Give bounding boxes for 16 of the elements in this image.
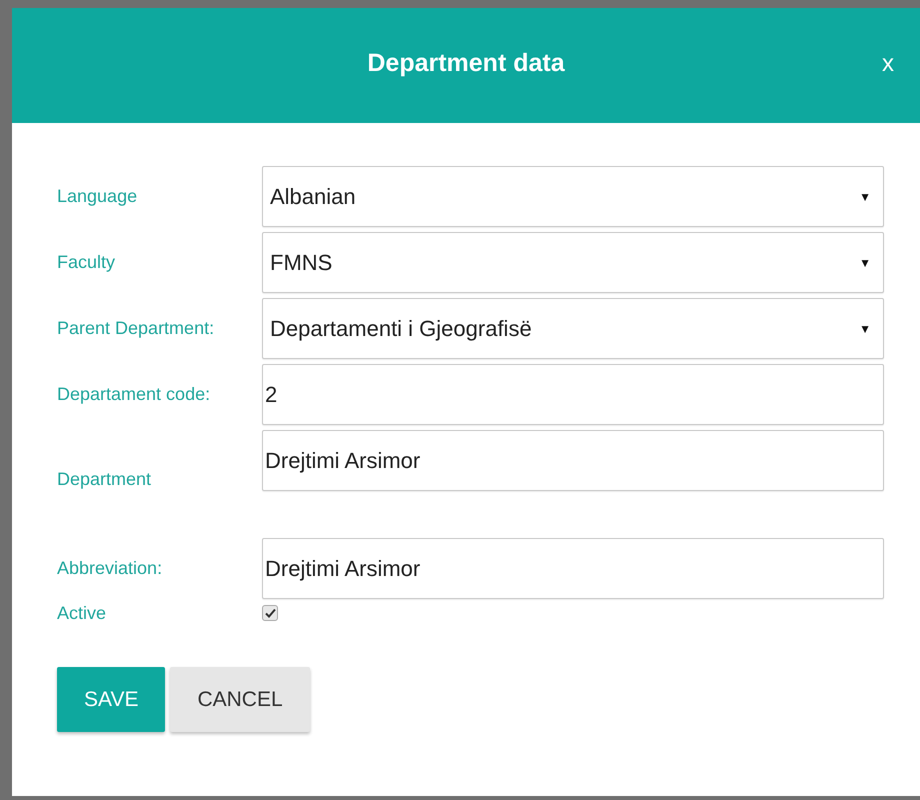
checkbox[interactable]: [262, 605, 278, 621]
select-field[interactable]: Departamenti i Gjeografisë ▼: [262, 298, 884, 359]
input-field[interactable]: 2: [262, 364, 884, 425]
cancel-button[interactable]: CANCEL: [170, 667, 310, 732]
field-label: Faculty: [57, 252, 116, 273]
field-label: Departament code:: [57, 384, 212, 405]
field-label: Parent Department:: [57, 318, 216, 339]
select-field[interactable]: FMNS ▼: [262, 232, 884, 293]
dialog-title: Department data: [367, 49, 565, 78]
field-label: Abbreviation:: [57, 558, 164, 579]
field-label: Language: [57, 186, 138, 207]
field-label: Active: [57, 602, 108, 624]
input-field[interactable]: Drejtimi Arsimor: [262, 538, 884, 599]
field-label: Department: [57, 469, 152, 490]
select-field[interactable]: Albanian ▼: [262, 166, 884, 227]
input-field[interactable]: Drejtimi Arsimor: [262, 430, 884, 491]
